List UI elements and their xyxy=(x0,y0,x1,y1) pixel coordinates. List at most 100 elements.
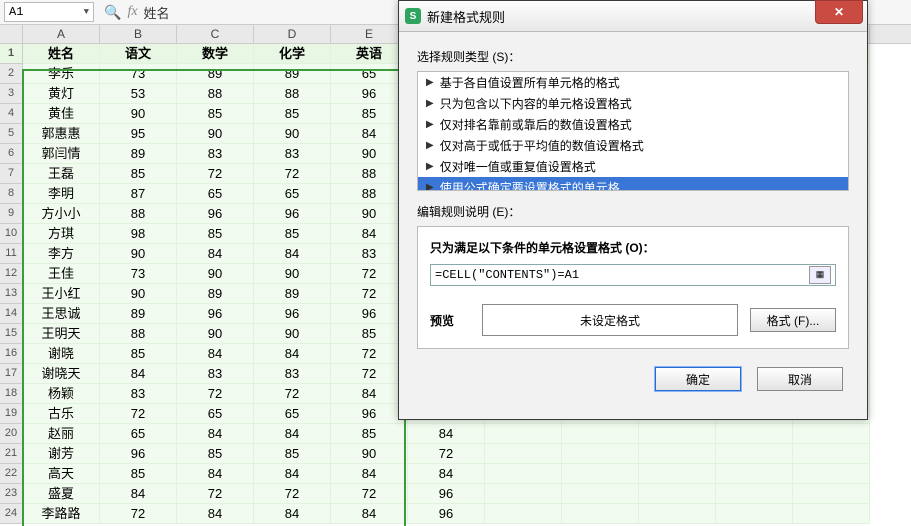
cell[interactable]: 84 xyxy=(254,424,331,444)
cell[interactable]: 黄佳 xyxy=(23,104,100,124)
formula-text[interactable]: 姓名 xyxy=(144,3,170,22)
cell[interactable] xyxy=(562,444,639,464)
cell[interactable]: 87 xyxy=(100,184,177,204)
cell[interactable]: 53 xyxy=(100,84,177,104)
cell[interactable]: 96 xyxy=(254,304,331,324)
rule-type-item[interactable]: ▶基于各自值设置所有单元格的格式 xyxy=(418,72,848,93)
cell[interactable]: 85 xyxy=(177,224,254,244)
cell[interactable]: 王佳 xyxy=(23,264,100,284)
cell[interactable]: 88 xyxy=(100,324,177,344)
cell[interactable]: 90 xyxy=(331,444,408,464)
cell[interactable]: 84 xyxy=(254,464,331,484)
cell[interactable]: 72 xyxy=(331,484,408,504)
cell[interactable]: 22 xyxy=(0,464,23,484)
cell[interactable] xyxy=(485,444,562,464)
cell[interactable] xyxy=(639,504,716,524)
cell[interactable]: 王明天 xyxy=(23,324,100,344)
cell[interactable]: 90 xyxy=(100,104,177,124)
cell[interactable]: 89 xyxy=(254,284,331,304)
cell[interactable] xyxy=(562,424,639,444)
cell[interactable] xyxy=(562,484,639,504)
cell[interactable]: 90 xyxy=(254,124,331,144)
chevron-down-icon[interactable]: ▼ xyxy=(84,7,89,17)
cancel-button[interactable]: 取消 xyxy=(757,367,843,391)
cell[interactable]: 65 xyxy=(100,424,177,444)
cell[interactable]: 72 xyxy=(100,504,177,524)
cell[interactable]: 90 xyxy=(177,264,254,284)
cell[interactable]: 84 xyxy=(177,464,254,484)
col-header[interactable]: B xyxy=(100,25,177,43)
cell[interactable]: 83 xyxy=(100,384,177,404)
cell[interactable]: 89 xyxy=(100,144,177,164)
cell[interactable]: 83 xyxy=(254,364,331,384)
search-icon[interactable]: 🔍 xyxy=(104,4,121,21)
cell[interactable]: 10 xyxy=(0,224,23,244)
cell[interactable] xyxy=(562,504,639,524)
cell[interactable]: 85 xyxy=(331,324,408,344)
cell[interactable]: 96 xyxy=(408,484,485,504)
cell[interactable]: 83 xyxy=(177,364,254,384)
cell[interactable] xyxy=(639,424,716,444)
cell[interactable]: 88 xyxy=(254,84,331,104)
cell[interactable]: 65 xyxy=(254,184,331,204)
rule-type-list[interactable]: ▶基于各自值设置所有单元格的格式▶只为包含以下内容的单元格设置格式▶仅对排名靠前… xyxy=(417,71,849,191)
cell[interactable]: 90 xyxy=(254,264,331,284)
cell[interactable]: 65 xyxy=(254,404,331,424)
cell[interactable]: 姓名 xyxy=(23,44,100,64)
cell[interactable]: 高天 xyxy=(23,464,100,484)
cell[interactable]: 98 xyxy=(100,224,177,244)
rule-type-item[interactable]: ▶仅对排名靠前或靠后的数值设置格式 xyxy=(418,114,848,135)
cell[interactable] xyxy=(716,504,793,524)
cell[interactable]: 96 xyxy=(331,404,408,424)
cell[interactable] xyxy=(639,464,716,484)
cell[interactable]: 72 xyxy=(100,404,177,424)
cell[interactable]: 84 xyxy=(331,224,408,244)
cell[interactable]: 84 xyxy=(177,244,254,264)
cell[interactable]: 96 xyxy=(177,304,254,324)
cell[interactable]: 88 xyxy=(331,164,408,184)
cell[interactable]: 90 xyxy=(254,324,331,344)
cell[interactable]: 9 xyxy=(0,204,23,224)
cell[interactable]: 85 xyxy=(331,424,408,444)
cell[interactable] xyxy=(639,484,716,504)
range-picker-icon[interactable]: ▦ xyxy=(809,266,831,284)
rule-type-item[interactable]: ▶仅对唯一值或重复值设置格式 xyxy=(418,156,848,177)
cell[interactable]: 72 xyxy=(331,364,408,384)
cell[interactable]: 84 xyxy=(254,244,331,264)
cell[interactable]: 18 xyxy=(0,384,23,404)
cell[interactable]: 84 xyxy=(408,464,485,484)
cell[interactable] xyxy=(485,504,562,524)
cell[interactable]: 84 xyxy=(177,424,254,444)
cell[interactable] xyxy=(793,484,870,504)
cell[interactable]: 88 xyxy=(331,184,408,204)
cell[interactable]: 90 xyxy=(177,324,254,344)
cell[interactable] xyxy=(793,444,870,464)
cell[interactable]: 84 xyxy=(331,384,408,404)
cell[interactable]: 90 xyxy=(331,204,408,224)
cell[interactable]: 85 xyxy=(177,104,254,124)
cell[interactable]: 96 xyxy=(408,504,485,524)
cell[interactable]: 王磊 xyxy=(23,164,100,184)
cell[interactable]: 6 xyxy=(0,144,23,164)
cell[interactable]: 郭闫情 xyxy=(23,144,100,164)
cell[interactable]: 方小小 xyxy=(23,204,100,224)
cell[interactable]: 盛夏 xyxy=(23,484,100,504)
cell[interactable]: 65 xyxy=(177,184,254,204)
cell[interactable]: 8 xyxy=(0,184,23,204)
cell[interactable]: 90 xyxy=(100,284,177,304)
cell[interactable]: 4 xyxy=(0,104,23,124)
cell[interactable]: 黄灯 xyxy=(23,84,100,104)
cell[interactable]: 李明 xyxy=(23,184,100,204)
cell[interactable]: 84 xyxy=(254,344,331,364)
ok-button[interactable]: 确定 xyxy=(655,367,741,391)
cell[interactable]: 89 xyxy=(177,284,254,304)
cell[interactable]: 谢晓 xyxy=(23,344,100,364)
cell[interactable]: 84 xyxy=(177,344,254,364)
formula-input[interactable]: =CELL("CONTENTS")=A1 ▦ xyxy=(430,264,836,286)
cell[interactable]: 12 xyxy=(0,264,23,284)
cell[interactable]: 84 xyxy=(408,424,485,444)
cell[interactable]: 84 xyxy=(331,504,408,524)
cell[interactable]: 96 xyxy=(254,204,331,224)
cell[interactable] xyxy=(485,424,562,444)
cell[interactable]: 85 xyxy=(254,224,331,244)
